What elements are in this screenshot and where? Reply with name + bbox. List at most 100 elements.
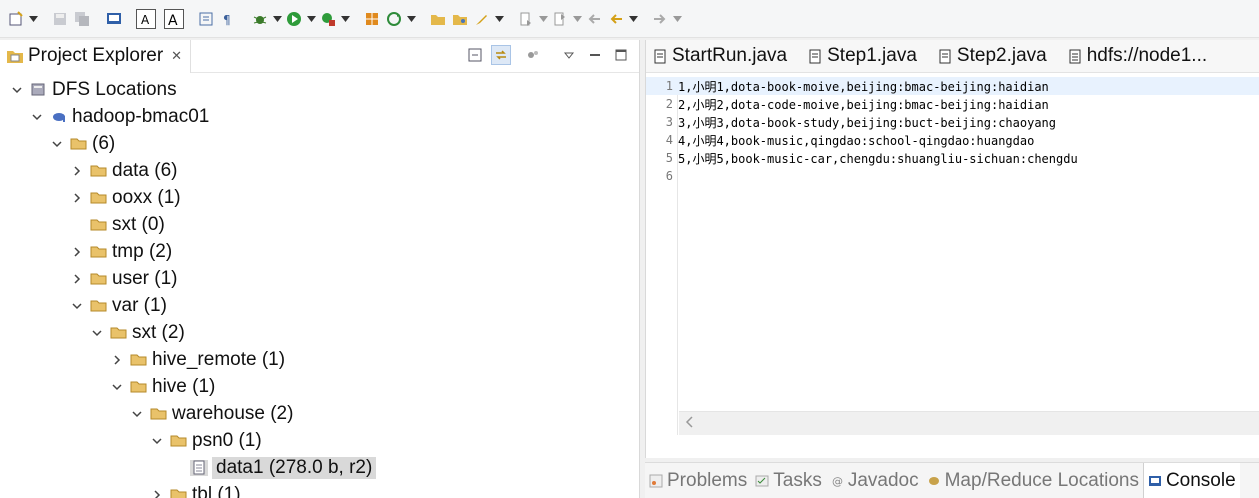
chevron-down-icon[interactable] — [130, 407, 144, 421]
refresh-icon[interactable] — [384, 9, 404, 29]
chevron-right-icon[interactable] — [70, 191, 84, 205]
tree-node-hive[interactable]: hive (1) — [0, 373, 640, 400]
tree-node-user[interactable]: user (1) — [0, 265, 640, 292]
save-all-icon[interactable] — [72, 9, 92, 29]
chevron-down-icon[interactable] — [30, 110, 44, 124]
tree-label: user (1) — [112, 267, 178, 289]
line-text: 2,小明2,dota-code-moive,beijing:bmac-beiji… — [678, 97, 1049, 112]
code-line[interactable]: 2 2,小明2,dota-code-moive,beijing:bmac-bei… — [646, 95, 1259, 113]
chevron-right-icon[interactable] — [150, 488, 164, 498]
tree-node-dfs-locations[interactable]: DFS Locations — [0, 76, 640, 103]
tab-step1[interactable]: Step1.java — [801, 40, 931, 73]
project-explorer-header: Project Explorer ✕ — [0, 39, 639, 73]
tree-node-var[interactable]: var (1) — [0, 292, 640, 319]
view-menu-icon[interactable] — [559, 45, 579, 65]
terminal-icon[interactable] — [104, 9, 124, 29]
code-line[interactable]: 3 3,小明3,dota-book-study,beijing:buct-bei… — [646, 113, 1259, 131]
tree-label: tbl (1) — [192, 483, 241, 498]
chevron-down-icon[interactable] — [628, 9, 638, 29]
tree-node-warehouse[interactable]: warehouse (2) — [0, 400, 640, 427]
elephant-icon — [50, 109, 68, 125]
chevron-right-icon[interactable] — [70, 272, 84, 286]
tab-label: Console — [1165, 469, 1236, 491]
code-line[interactable]: 5 5,小明5,book-music-car,chengdu:shuangliu… — [646, 149, 1259, 167]
tab-startrun[interactable]: StartRun.java — [646, 40, 801, 73]
tree-node-ooxx[interactable]: ooxx (1) — [0, 184, 640, 211]
chevron-down-icon[interactable] — [10, 83, 24, 97]
chevron-down-icon[interactable] — [150, 434, 164, 448]
back-disabled-icon[interactable] — [584, 9, 604, 29]
folder-open-icon — [170, 433, 188, 449]
code-line[interactable]: 6 — [646, 167, 1259, 185]
prev-annotation-icon[interactable] — [550, 9, 570, 29]
tab-javadoc[interactable]: @ Javadoc — [826, 463, 923, 498]
chevron-down-icon[interactable] — [406, 9, 416, 29]
open-folder-icon[interactable] — [428, 9, 448, 29]
tab-console[interactable]: Console — [1142, 462, 1240, 498]
chevron-down-icon[interactable] — [272, 9, 282, 29]
run-icon[interactable] — [284, 9, 304, 29]
tree-node-hive-remote[interactable]: hive_remote (1) — [0, 346, 640, 373]
chevron-down-icon[interactable] — [572, 9, 582, 29]
forward-icon[interactable] — [650, 9, 670, 29]
tab-step2[interactable]: Step2.java — [931, 40, 1061, 73]
chevron-down-icon[interactable] — [672, 9, 682, 29]
chevron-down-icon[interactable] — [538, 9, 548, 29]
block-select-icon[interactable] — [196, 9, 216, 29]
tree-label: warehouse (2) — [172, 402, 294, 424]
chevron-right-icon[interactable] — [110, 353, 124, 367]
tab-problems[interactable]: Problems — [645, 463, 751, 498]
tab-map-reduce-locations[interactable]: Map/Reduce Locations — [923, 463, 1143, 498]
tree-node-data[interactable]: data (6) — [0, 157, 640, 184]
chevron-down-icon[interactable] — [340, 9, 350, 29]
font-smaller-icon[interactable]: A — [164, 8, 184, 29]
open-type-icon[interactable] — [450, 9, 470, 29]
link-with-editor-icon[interactable] — [491, 45, 511, 65]
tree-node-psn0[interactable]: psn0 (1) — [0, 427, 640, 454]
chevron-down-icon[interactable] — [110, 380, 124, 394]
chevron-left-icon[interactable] — [685, 415, 693, 433]
tree-node-tmp[interactable]: tmp (2) — [0, 238, 640, 265]
font-larger-icon[interactable]: A — [136, 8, 156, 29]
new-icon[interactable] — [6, 9, 26, 29]
code-line[interactable]: 1 1,小明1,dota-book-moive,beijing:bmac-bei… — [646, 77, 1259, 95]
tree-node-data1[interactable]: data1 (278.0 b, r2) — [0, 454, 640, 481]
horizontal-scrollbar[interactable] — [679, 411, 1259, 435]
tree-node-sxt[interactable]: sxt (2) — [0, 319, 640, 346]
tree-node-hadoop-bmac01[interactable]: hadoop-bmac01 — [0, 103, 640, 130]
chevron-right-icon[interactable] — [70, 164, 84, 178]
next-annotation-icon[interactable] — [516, 9, 536, 29]
code-line[interactable]: 4 4,小明4,book-music,qingdao:school-qingda… — [646, 131, 1259, 149]
tree-node-root-folder[interactable]: (6) — [0, 130, 640, 157]
show-whitespace-icon[interactable]: ¶ — [218, 9, 238, 29]
chevron-down-icon[interactable] — [494, 9, 504, 29]
code-editor[interactable]: 1 1,小明1,dota-book-moive,beijing:bmac-bei… — [646, 77, 1259, 435]
collapse-all-icon[interactable] — [465, 45, 485, 65]
tab-tasks[interactable]: Tasks — [751, 463, 826, 498]
tree-label: (6) — [92, 132, 116, 154]
back-icon[interactable] — [606, 9, 626, 29]
tab-project-explorer[interactable]: Project Explorer ✕ — [0, 39, 192, 73]
filter-icon[interactable] — [523, 45, 543, 65]
tree-node-tbl[interactable]: tbl (1) — [0, 481, 640, 498]
tree-node-sxt-empty[interactable]: sxt (0) — [0, 211, 640, 238]
chevron-down-icon[interactable] — [50, 137, 64, 151]
file-icon — [190, 459, 208, 476]
run-external-icon[interactable] — [318, 9, 338, 29]
at-icon: @ — [830, 474, 844, 488]
edit-icon[interactable] — [472, 9, 492, 29]
chevron-down-icon[interactable] — [28, 9, 38, 29]
chevron-down-icon[interactable] — [90, 326, 104, 340]
close-icon[interactable]: ✕ — [171, 48, 182, 64]
chevron-down-icon[interactable] — [306, 9, 316, 29]
folder-icon — [90, 244, 108, 260]
maximize-icon[interactable] — [611, 45, 631, 65]
new-package-icon[interactable] — [362, 9, 382, 29]
line-number: 5 — [665, 151, 673, 165]
save-icon[interactable] — [50, 9, 70, 29]
tab-hdfs-file[interactable]: hdfs://node1... — [1061, 40, 1221, 73]
debug-icon[interactable] — [250, 9, 270, 29]
chevron-right-icon[interactable] — [70, 245, 84, 259]
chevron-down-icon[interactable] — [70, 299, 84, 313]
minimize-icon[interactable] — [585, 45, 605, 65]
